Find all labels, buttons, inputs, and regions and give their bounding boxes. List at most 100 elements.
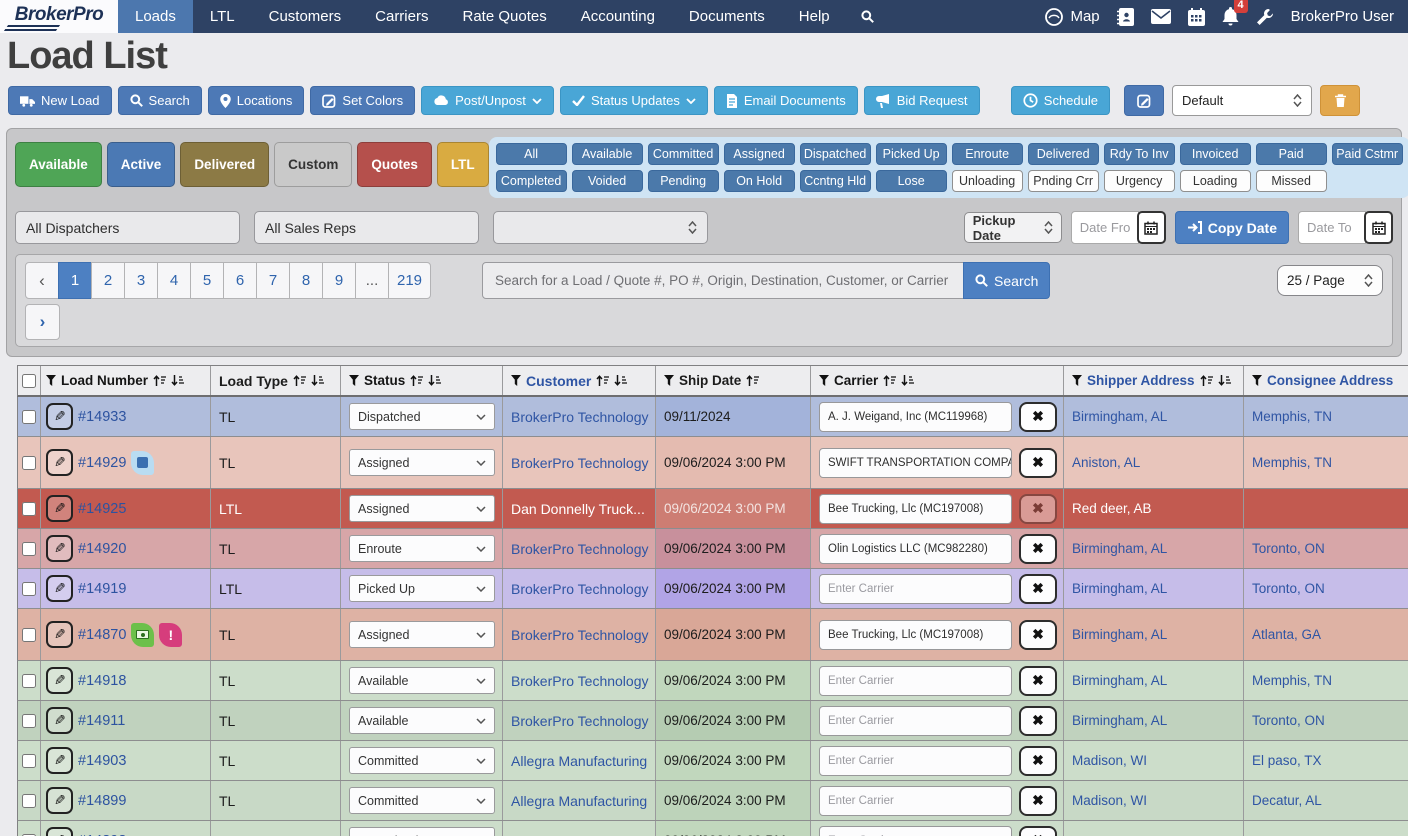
status-filter-available[interactable]: Available bbox=[572, 143, 643, 165]
status-select[interactable]: Assigned bbox=[349, 621, 495, 648]
carrier-input[interactable]: Olin Logistics LLC (MC982280) bbox=[819, 534, 1012, 564]
remove-carrier-button[interactable]: ✖ bbox=[1019, 786, 1057, 816]
extra-filter-select[interactable] bbox=[493, 211, 708, 244]
table-search-button[interactable]: Search bbox=[963, 262, 1050, 299]
status-filter-ccntng-hld[interactable]: Ccntng Hld bbox=[800, 170, 871, 192]
tab-available[interactable]: Available bbox=[15, 142, 102, 187]
nav-item-carriers[interactable]: Carriers bbox=[358, 0, 445, 33]
status-filter-assigned[interactable]: Assigned bbox=[724, 143, 795, 165]
sort-descending-icon[interactable] bbox=[901, 374, 914, 387]
column-header-status[interactable]: Status bbox=[341, 366, 503, 395]
page-button-7[interactable]: 7 bbox=[256, 262, 290, 299]
remove-carrier-button[interactable]: ✖ bbox=[1019, 494, 1057, 524]
load-number-link[interactable]: #14933 bbox=[78, 409, 126, 425]
notifications-bell-icon[interactable]: 4 bbox=[1222, 7, 1239, 26]
edit-view-button[interactable] bbox=[1124, 85, 1164, 116]
customer-link[interactable]: BrokerPro Technology bbox=[503, 609, 656, 660]
edit-load-button[interactable]: ✎ bbox=[46, 495, 73, 522]
remove-carrier-button[interactable]: ✖ bbox=[1019, 574, 1057, 604]
status-filter-committed[interactable]: Committed bbox=[648, 143, 719, 165]
column-header-load-type[interactable]: Load Type bbox=[211, 366, 341, 395]
status-filter-invoiced[interactable]: Invoiced bbox=[1180, 143, 1251, 165]
consignee-address[interactable]: Toronto, ON bbox=[1244, 701, 1408, 740]
remove-carrier-button[interactable]: ✖ bbox=[1019, 448, 1057, 478]
page-button-4[interactable]: 4 bbox=[157, 262, 191, 299]
customer-link[interactable]: BrokerPro Technology bbox=[503, 661, 656, 700]
consignee-address[interactable]: Decatur, AL bbox=[1244, 781, 1408, 820]
page-button-219[interactable]: 219 bbox=[388, 262, 431, 299]
row-checkbox[interactable] bbox=[22, 582, 36, 596]
date-type-select[interactable]: Pickup Date bbox=[964, 212, 1062, 243]
status-select[interactable]: Committed bbox=[349, 787, 495, 814]
post-unpost-button[interactable]: Post/Unpost bbox=[421, 86, 554, 115]
contacts-icon[interactable] bbox=[1117, 8, 1134, 26]
edit-load-button[interactable]: ✎ bbox=[46, 667, 73, 694]
nav-item-rate-quotes[interactable]: Rate Quotes bbox=[445, 0, 563, 33]
remove-carrier-button[interactable]: ✖ bbox=[1019, 620, 1057, 650]
carrier-input[interactable]: Enter Carrier bbox=[819, 786, 1012, 816]
status-filter-picked-up[interactable]: Picked Up bbox=[876, 143, 947, 165]
row-checkbox[interactable] bbox=[22, 794, 36, 808]
carrier-input[interactable]: Enter Carrier bbox=[819, 574, 1012, 604]
remove-carrier-button[interactable]: ✖ bbox=[1019, 706, 1057, 736]
shipper-address[interactable]: Birmingham, AL bbox=[1064, 661, 1244, 700]
consignee-address[interactable]: Memphis, TN bbox=[1244, 437, 1408, 488]
edit-load-button[interactable]: ✎ bbox=[46, 787, 73, 814]
sales-rep-filter-select[interactable]: All Sales Reps bbox=[254, 211, 479, 244]
status-select[interactable]: Enroute bbox=[349, 535, 495, 562]
carrier-input[interactable]: Enter Carrier bbox=[819, 826, 1012, 836]
dispatcher-filter-select[interactable]: All Dispatchers bbox=[15, 211, 240, 244]
remove-carrier-button[interactable]: ✖ bbox=[1019, 402, 1057, 432]
page-button-1[interactable]: 1 bbox=[58, 262, 92, 299]
status-filter-loading[interactable]: Loading bbox=[1180, 170, 1251, 192]
nav-item-customers[interactable]: Customers bbox=[252, 0, 359, 33]
row-checkbox[interactable] bbox=[22, 410, 36, 424]
map-button[interactable]: Map bbox=[1044, 7, 1099, 27]
status-select[interactable]: Dispatched bbox=[349, 403, 495, 430]
nav-item-loads[interactable]: Loads bbox=[118, 0, 193, 33]
sort-ascending-icon[interactable] bbox=[883, 374, 896, 387]
status-filter-all-statuses[interactable]: All Statuses bbox=[496, 143, 567, 165]
email-icon[interactable] bbox=[1151, 9, 1171, 24]
status-filter-delivered[interactable]: Delivered bbox=[1028, 143, 1099, 165]
customer-link[interactable]: BrokerPro Technology bbox=[503, 701, 656, 740]
row-checkbox[interactable] bbox=[22, 754, 36, 768]
row-checkbox[interactable] bbox=[22, 542, 36, 556]
shipper-address[interactable]: Birmingham, AL bbox=[1064, 569, 1244, 608]
per-page-select[interactable]: 25 / Page bbox=[1277, 265, 1383, 296]
load-search-input[interactable] bbox=[482, 262, 964, 299]
status-select[interactable]: Assigned bbox=[349, 449, 495, 476]
carrier-input[interactable]: Enter Carrier bbox=[819, 706, 1012, 736]
consignee-address[interactable]: Memphis, TN bbox=[1244, 397, 1408, 436]
load-number-link[interactable]: #14919 bbox=[78, 581, 126, 597]
filter-funnel-icon[interactable] bbox=[46, 375, 56, 386]
status-updates-button[interactable]: Status Updates bbox=[560, 86, 708, 115]
carrier-input[interactable]: Bee Trucking, Llc (MC197008) bbox=[819, 494, 1012, 524]
status-filter-voided[interactable]: Voided bbox=[572, 170, 643, 192]
prev-page-button[interactable]: ‹ bbox=[25, 262, 59, 299]
load-number-link[interactable]: #14903 bbox=[78, 753, 126, 769]
tab-ltl[interactable]: LTL bbox=[437, 142, 489, 187]
column-header-customer[interactable]: Customer bbox=[503, 366, 656, 395]
filter-funnel-icon[interactable] bbox=[1072, 375, 1082, 386]
locations-button[interactable]: Locations bbox=[208, 86, 305, 115]
status-select[interactable]: Assigned bbox=[349, 495, 495, 522]
sort-descending-icon[interactable] bbox=[428, 374, 441, 387]
shipper-address[interactable]: Aniston, AL bbox=[1064, 437, 1244, 488]
nav-item-ltl[interactable]: LTL bbox=[193, 0, 252, 33]
shipper-address[interactable] bbox=[1064, 821, 1244, 836]
tab-active[interactable]: Active bbox=[107, 142, 176, 187]
status-filter-urgency[interactable]: Urgency bbox=[1104, 170, 1175, 192]
load-number-link[interactable]: #14925 bbox=[78, 501, 126, 517]
shipper-address[interactable]: Birmingham, AL bbox=[1064, 397, 1244, 436]
edit-load-button[interactable]: ✎ bbox=[46, 747, 73, 774]
view-select[interactable]: Default bbox=[1172, 85, 1312, 116]
carrier-input[interactable]: A. J. Weigand, Inc (MC119968) bbox=[819, 402, 1012, 432]
load-number-link[interactable]: #14911 bbox=[78, 713, 125, 729]
tab-custom[interactable]: Custom bbox=[274, 142, 352, 187]
nav-search-icon[interactable] bbox=[847, 0, 888, 33]
customer-link[interactable]: Dan Donnelly Truck... bbox=[503, 489, 656, 528]
edit-load-button[interactable]: ✎ bbox=[46, 449, 73, 476]
column-header-ship-date[interactable]: Ship Date bbox=[656, 366, 811, 395]
carrier-input[interactable]: Enter Carrier bbox=[819, 666, 1012, 696]
